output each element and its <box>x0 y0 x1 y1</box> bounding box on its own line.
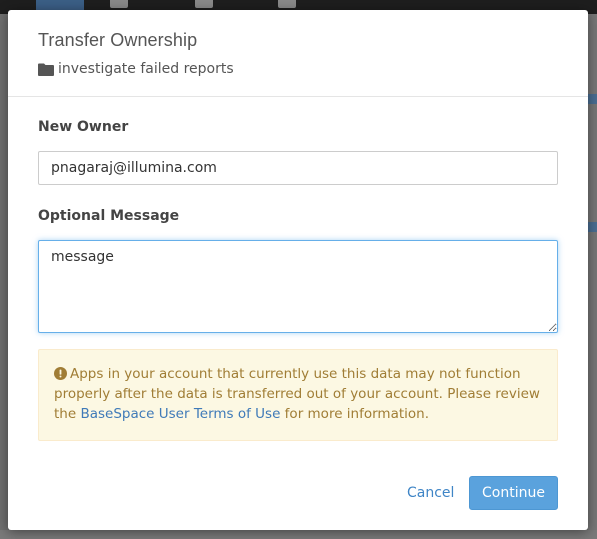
optional-message-label: Optional Message <box>38 208 180 224</box>
folder-icon <box>38 63 54 76</box>
exclamation-circle-icon <box>54 366 67 380</box>
terms-of-use-link[interactable]: BaseSpace User Terms of Use <box>80 406 280 422</box>
new-owner-input[interactable] <box>38 151 558 185</box>
alert-text-after: for more information. <box>280 406 430 422</box>
folder-name: investigate failed reports <box>58 61 234 77</box>
dialog-subtitle: investigate failed reports <box>38 61 558 77</box>
dialog-body: New Owner Optional Message message Apps … <box>8 97 588 441</box>
continue-button[interactable]: Continue <box>469 476 558 510</box>
transfer-ownership-dialog: Transfer Ownership investigate failed re… <box>8 10 588 530</box>
cancel-button[interactable]: Cancel <box>399 476 462 510</box>
app-left-edge <box>0 14 8 530</box>
app-bottom-edge <box>0 530 597 539</box>
dialog-footer: Cancel Continue <box>8 476 588 510</box>
app-tab-icon <box>195 0 213 8</box>
warning-alert: Apps in your account that currently use … <box>38 349 558 441</box>
app-tab-icon <box>278 0 296 8</box>
optional-message-textarea[interactable]: message <box>38 240 558 333</box>
app-right-edge <box>588 14 597 530</box>
app-tab-icon <box>110 0 128 8</box>
new-owner-label: New Owner <box>38 119 129 135</box>
dialog-title: Transfer Ownership <box>38 30 198 50</box>
dialog-header: Transfer Ownership investigate failed re… <box>8 10 588 97</box>
